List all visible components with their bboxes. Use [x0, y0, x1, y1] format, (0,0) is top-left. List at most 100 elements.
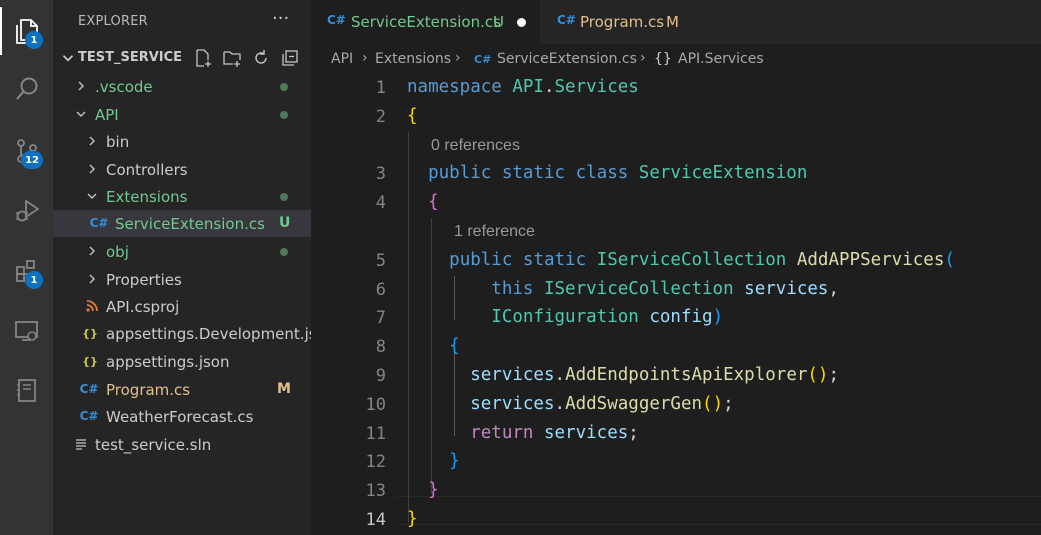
code-line: 13 } — [311, 477, 1041, 506]
tree-item-vscode[interactable]: .vscode — [53, 73, 311, 100]
tree-item-serviceextension[interactable]: C# ServiceExtension.cs U — [53, 210, 311, 237]
chevron-down-icon — [62, 55, 74, 62]
breadcrumb-item-extensions[interactable]: Extensions — [375, 51, 451, 67]
notebook-button[interactable] — [0, 366, 53, 414]
code-text: public static class ServiceExtension — [407, 163, 807, 183]
tree-item-label: appsettings.Development.json — [106, 325, 311, 343]
editor-tabs: C# ServiceExtension.cs U C# Program.cs M — [311, 0, 1041, 44]
unsaved-dot-icon[interactable] — [517, 18, 526, 27]
explorer-actions — [193, 48, 300, 68]
code-token: ; — [828, 365, 840, 385]
csharp-file-icon: C# — [557, 13, 576, 27]
search-button[interactable] — [0, 65, 53, 113]
refresh-icon[interactable] — [251, 48, 271, 68]
tree-item-api[interactable]: API — [53, 101, 311, 128]
code-text: services.AddEndpointsApiExplorer(); — [407, 365, 839, 385]
code-line: 14} — [311, 506, 1041, 535]
code-token: { — [407, 105, 418, 126]
code-line: 10 services.AddSwaggerGen(); — [311, 391, 1041, 420]
code-editor[interactable]: 1 namespace API.Services 2{0 references 3 p… — [311, 74, 1041, 535]
line-number: 11 — [365, 423, 386, 444]
tree-item-sln[interactable]: test_service.sln — [53, 431, 311, 458]
new-file-icon[interactable] — [193, 48, 213, 68]
more-actions-icon[interactable]: ··· — [272, 8, 289, 29]
code-token: () — [807, 365, 829, 385]
code-token: () — [702, 393, 724, 414]
tree-item-csproj[interactable]: API.csproj — [53, 293, 311, 320]
remote-explorer-icon — [14, 321, 38, 341]
code-token: config — [649, 307, 713, 328]
code-token: public static class — [428, 163, 639, 184]
git-status-dot — [280, 83, 288, 91]
codelens-references[interactable]: 1 reference — [454, 223, 535, 241]
tree-item-label: Controllers — [106, 161, 188, 179]
tab-label: Program.cs — [580, 13, 665, 31]
code-token: ; — [723, 393, 734, 414]
csharp-file-icon: C# — [89, 216, 109, 230]
tree-item-label: bin — [106, 133, 130, 151]
code-line: 5 public static IServiceCollection AddAP… — [311, 247, 1041, 276]
rss-file-icon — [86, 300, 98, 312]
code-token: return — [470, 422, 544, 443]
code-text: } — [407, 451, 460, 471]
code-text: } — [407, 509, 418, 529]
line-number: 2 — [375, 106, 386, 127]
sln-file-icon — [76, 439, 86, 450]
tab-program[interactable]: C# Program.cs M — [540, 0, 715, 44]
tree-item-label: test_service.sln — [95, 436, 212, 454]
remote-explorer-button[interactable] — [0, 307, 53, 355]
sidebar-title: EXPLORER — [78, 14, 148, 29]
explorer-badge: 1 — [25, 31, 43, 49]
code-token: } — [407, 509, 418, 529]
code-token: API — [512, 77, 544, 97]
explorer-button[interactable]: 1 — [0, 7, 53, 55]
run-debug-button[interactable] — [0, 186, 53, 234]
tab-serviceextension[interactable]: C# ServiceExtension.cs U — [311, 0, 540, 44]
tree-item-controllers[interactable]: Controllers — [53, 156, 311, 183]
source-control-badge: 12 — [21, 151, 43, 169]
codelens-row: 0 references — [311, 132, 1041, 161]
tab-git-status: U — [493, 13, 504, 31]
tree-item-bin[interactable]: bin — [53, 128, 311, 155]
tree-item-appsettings-dev[interactable]: {} appsettings.Development.json — [53, 320, 311, 347]
tree-item-obj[interactable]: obj — [53, 238, 311, 265]
new-folder-icon[interactable] — [222, 48, 242, 68]
code-token: this — [491, 278, 544, 299]
collapse-all-icon[interactable] — [280, 48, 300, 68]
code-text: public static IServiceCollection AddAPPS… — [407, 250, 955, 270]
chevron-right-icon — [89, 164, 95, 174]
code-token: } — [449, 451, 460, 472]
code-token: AddSwaggerGen — [565, 393, 703, 414]
code-token: AddAPPServices — [796, 249, 945, 270]
breadcrumb-item-namespace[interactable]: API.Services — [678, 51, 764, 67]
tree-item-appsettings[interactable]: {} appsettings.json — [53, 348, 311, 375]
breadcrumb-item-file[interactable]: ServiceExtension.cs — [497, 51, 637, 67]
code-token: services — [744, 278, 829, 299]
breadcrumb-separator-icon: › — [640, 50, 646, 66]
tree-item-properties[interactable]: Properties — [53, 266, 311, 293]
extensions-button[interactable]: 1 — [0, 247, 53, 295]
line-number: 7 — [375, 308, 386, 329]
source-control-button[interactable]: 12 — [0, 127, 53, 175]
line-number: 6 — [375, 279, 386, 300]
code-line: 8 { — [311, 333, 1041, 362]
code-line: 9 services.AddEndpointsApiExplorer(); — [311, 362, 1041, 391]
tree-item-weatherforecast[interactable]: C# WeatherForecast.cs — [53, 403, 311, 430]
breadcrumb-item-api[interactable]: API — [331, 51, 353, 67]
git-status-dot — [280, 111, 288, 119]
tree-item-program[interactable]: C# Program.cs M — [53, 376, 311, 403]
code-token: public static — [449, 249, 597, 270]
tree-item-extensions[interactable]: Extensions — [53, 183, 311, 210]
code-token: ) — [712, 307, 724, 328]
tree-item-label: WeatherForecast.cs — [106, 408, 254, 426]
code-token: Services — [554, 77, 639, 97]
workspace-section-header[interactable]: TEST_SERVICE — [53, 46, 311, 72]
codelens-references[interactable]: 0 references — [431, 137, 520, 155]
code-token: IServiceCollection — [543, 278, 745, 299]
